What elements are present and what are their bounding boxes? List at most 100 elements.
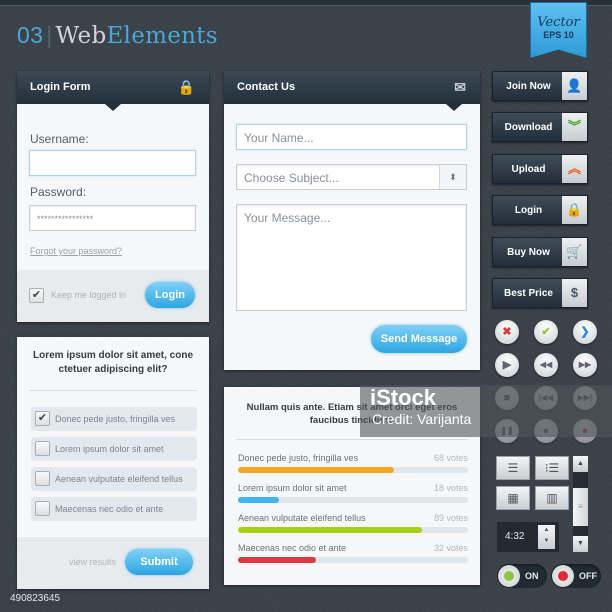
side-button[interactable]: Download ︾ (492, 112, 588, 142)
submit-button[interactable]: Submit (125, 549, 193, 575)
contact-form-header: Contact Us ✉ (224, 71, 480, 111)
toggle-label: OFF (579, 571, 597, 581)
toggle-on[interactable]: ON (497, 564, 547, 588)
chevron-right-icon[interactable]: ❯ (573, 320, 597, 344)
view-results-link[interactable]: view results (69, 557, 116, 567)
poll-option-checkbox[interactable]: ✔ (35, 411, 50, 426)
username-input[interactable] (29, 150, 196, 176)
poll-option-label: Maecenas nec odio et ante (55, 504, 164, 514)
image-id-label: 490823645 (7, 591, 64, 606)
select-arrows-icon[interactable]: ⬍ (439, 165, 466, 189)
result-label: Donec pede justo, fringilla ves (238, 453, 359, 463)
contact-form-panel: Contact Us ✉ Your Name... Choose Subject… (224, 71, 480, 370)
poll-option-label: Aenean vulputate eleifend tellus (55, 474, 183, 484)
lock-icon: 🔒 (562, 196, 587, 224)
toggle-off[interactable]: OFF (551, 564, 601, 588)
side-button-label: Best Price (504, 288, 553, 299)
result-label: Aenean vulputate eleifend tellus (238, 513, 366, 523)
scroll-thumb[interactable]: ≡ (573, 488, 588, 526)
poll-option-checkbox[interactable] (35, 441, 50, 456)
result-bar-track (238, 557, 468, 563)
side-button[interactable]: Login 🔒 (492, 195, 588, 225)
filmstrip-icon[interactable]: ▥ (535, 486, 569, 510)
subject-placeholder: Choose Subject... (244, 171, 339, 185)
contact-form-title: Contact Us (237, 81, 296, 93)
side-button-label: Buy Now (507, 247, 550, 258)
result-item: Maecenas nec odio et ante 32 votes (238, 543, 468, 565)
message-placeholder: Your Message... (244, 211, 331, 225)
title-part-1: Web (55, 23, 107, 49)
divider (29, 390, 197, 391)
dollar-icon: $ (562, 279, 587, 307)
toggle-knob (552, 565, 574, 587)
page-title: 03 | WebElements (17, 22, 218, 49)
keep-logged-in-checkbox[interactable]: ✔ (29, 288, 44, 303)
login-form-header: Login Form 🔒 (17, 71, 209, 111)
status-dot-icon (558, 571, 568, 581)
result-votes: 68 votes (433, 453, 468, 463)
result-item: Donec pede justo, fringilla ves 68 votes (238, 453, 468, 475)
result-bar-fill (238, 557, 317, 563)
poll-option-checkbox[interactable] (35, 471, 50, 486)
stepper-down-icon[interactable]: ▼ (538, 536, 555, 547)
side-button[interactable]: Best Price $ (492, 278, 588, 308)
scroll-up-arrow[interactable]: ▲ (573, 456, 588, 472)
poll-question: Lorem ipsum dolor sit amet, cone ctetuer… (32, 350, 194, 375)
send-message-button[interactable]: Send Message (371, 325, 467, 353)
result-bar-fill (238, 497, 280, 503)
envelope-icon: ✉ (454, 79, 466, 95)
side-button[interactable]: Upload ︽ (492, 154, 588, 184)
rewind-icon[interactable]: ◀◀ (534, 353, 558, 377)
poll-panel: Lorem ipsum dolor sit amet, cone ctetuer… (17, 337, 209, 589)
login-form-footer: ✔ Keep me logged in Login (17, 270, 209, 322)
stepper-up-icon[interactable]: ▲ (538, 525, 555, 536)
poll-option[interactable]: Maecenas nec odio et ante (31, 497, 197, 521)
header-pointer (446, 104, 462, 111)
grid-view-icon[interactable]: ▦ (496, 486, 530, 510)
list-view-icon[interactable]: ☰ (496, 456, 530, 480)
scroll-down-arrow[interactable]: ▼ (573, 536, 588, 552)
login-button[interactable]: Login (145, 282, 195, 308)
play-icon[interactable]: ▶ (495, 353, 519, 377)
detail-list-icon[interactable]: ⁝☰ (535, 456, 569, 480)
result-item: Lorem ipsum dolor sit amet 18 votes (238, 483, 468, 505)
poll-option[interactable]: Aenean vulputate eleifend tellus (31, 467, 197, 491)
side-button[interactable]: Buy Now 🛒 (492, 237, 588, 267)
poll-option-label: Donec pede justo, fringilla ves (55, 414, 176, 424)
watermark-brand: iStock (370, 385, 437, 410)
check-icon[interactable]: ✔ (534, 320, 558, 344)
side-button[interactable]: Join Now 👤 (492, 71, 588, 101)
result-bar-track (238, 467, 468, 473)
watermark-credit: Credit: Varijanta (372, 411, 472, 427)
name-placeholder: Your Name... (244, 131, 314, 145)
poll-option[interactable]: ✔ Donec pede justo, fringilla ves (31, 407, 197, 431)
result-item: Aenean vulputate eleifend tellus 89 votes (238, 513, 468, 535)
result-votes: 32 votes (433, 543, 468, 553)
name-input[interactable]: Your Name... (236, 124, 467, 150)
time-stepper[interactable]: 4:32 ▲ ▼ (497, 522, 559, 552)
close-icon[interactable]: ✖ (495, 320, 519, 344)
login-form-panel: Login Form 🔒 Username: Password: *******… (17, 71, 209, 322)
status-dot-icon (504, 571, 514, 581)
subject-select[interactable]: Choose Subject... ⬍ (236, 164, 467, 190)
result-label: Lorem ipsum dolor sit amet (238, 483, 347, 493)
result-bar-track (238, 497, 468, 503)
keep-logged-in-label: Keep me logged in (51, 290, 127, 300)
watermark-overlay: iStock Credit: Varijanta (360, 385, 612, 437)
vertical-scrollbar[interactable]: ▲ ≡ ▼ (573, 456, 588, 552)
time-stepper-arrows[interactable]: ▲ ▼ (538, 525, 555, 549)
toggle-label: ON (525, 571, 539, 581)
ribbon-line-2: EPS 10 (543, 30, 574, 40)
forgot-password-link[interactable]: Forgot your password? (30, 246, 122, 256)
double-chevron-down-icon: ︾ (562, 113, 587, 141)
user-icon: 👤 (562, 72, 587, 100)
fast-forward-icon[interactable]: ▶▶ (573, 353, 597, 377)
double-chevron-up-icon: ︽ (562, 155, 587, 183)
vector-ribbon-badge: Vector EPS 10 (530, 2, 587, 58)
message-textarea[interactable]: Your Message... (236, 204, 467, 311)
poll-option-checkbox[interactable] (35, 501, 50, 516)
password-input[interactable]: **************** (29, 205, 196, 231)
title-separator: | (46, 22, 53, 48)
poll-option[interactable]: Lorem ipsum dolor sit amet (31, 437, 197, 461)
login-form-title: Login Form (30, 81, 91, 93)
